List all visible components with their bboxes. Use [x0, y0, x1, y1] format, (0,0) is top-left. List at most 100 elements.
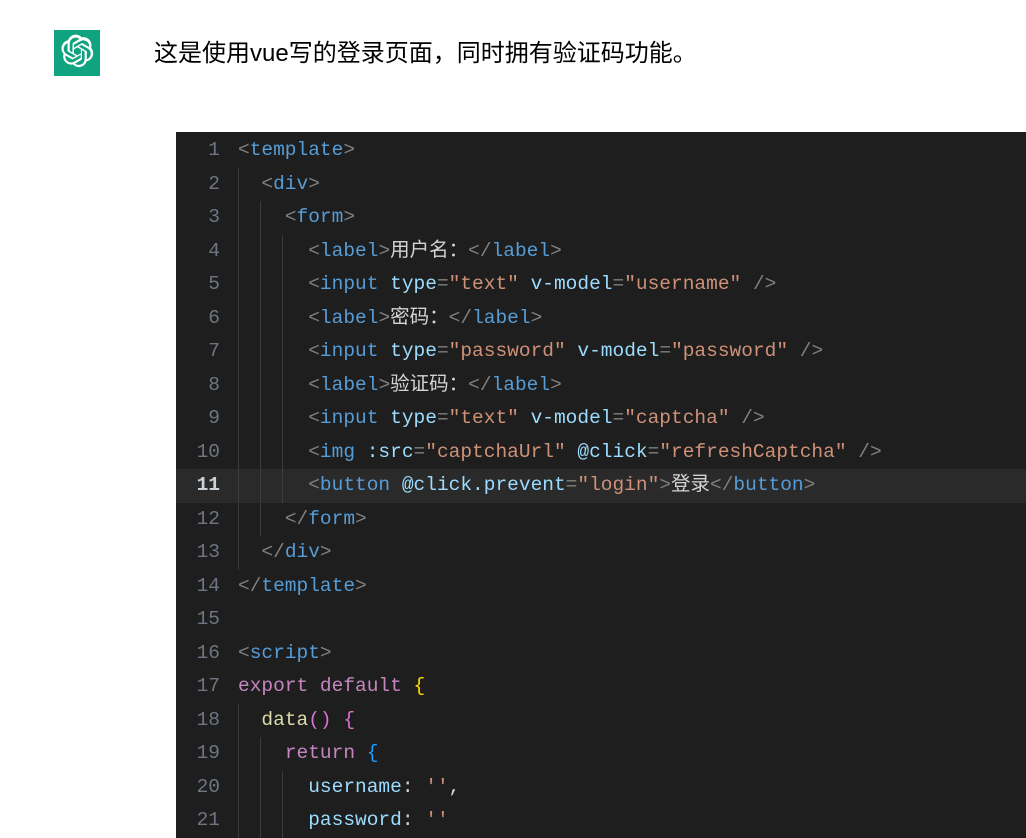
code-content[interactable]: <input type="password" v-model="password… — [238, 335, 1026, 369]
code-content[interactable]: <label>用户名：</label> — [238, 235, 1026, 269]
token-attr: :src — [367, 441, 414, 463]
code-content[interactable]: return { — [238, 737, 1026, 771]
code-line[interactable]: 12 </form> — [176, 503, 1026, 537]
indent-guide — [282, 771, 283, 805]
token-punct: > — [320, 642, 332, 664]
code-line[interactable]: 14</template> — [176, 570, 1026, 604]
code-content[interactable]: <form> — [238, 201, 1026, 235]
token-txt — [378, 340, 390, 362]
code-line[interactable]: 13 </div> — [176, 536, 1026, 570]
code-content[interactable]: export default { — [238, 670, 1026, 704]
code-line[interactable]: 20 username: '', — [176, 771, 1026, 805]
indent-pad — [238, 742, 285, 764]
token-txt — [378, 273, 390, 295]
token-str: "captcha" — [624, 407, 729, 429]
code-line[interactable]: 11 <button @click.prevent="login">登录</bu… — [176, 469, 1026, 503]
code-line[interactable]: 19 return { — [176, 737, 1026, 771]
line-number: 12 — [176, 503, 238, 537]
token-kw: export — [238, 675, 308, 697]
token-brace: { — [414, 675, 426, 697]
code-line[interactable]: 9 <input type="text" v-model="captcha" /… — [176, 402, 1026, 436]
code-line[interactable]: 17export default { — [176, 670, 1026, 704]
token-punct: = — [613, 273, 625, 295]
token-punct: > — [804, 474, 816, 496]
code-content[interactable]: <img :src="captchaUrl" @click="refreshCa… — [238, 436, 1026, 470]
token-txt — [847, 441, 859, 463]
token-str: "text" — [449, 273, 519, 295]
code-content[interactable]: data() { — [238, 704, 1026, 738]
token-var: password — [308, 809, 402, 831]
token-tag: label — [472, 307, 531, 329]
line-number: 19 — [176, 737, 238, 771]
line-number: 7 — [176, 335, 238, 369]
token-attr: @click.prevent — [402, 474, 566, 496]
token-punct: </ — [261, 541, 284, 563]
code-content[interactable]: <input type="text" v-model="captcha" /> — [238, 402, 1026, 436]
token-attr: type — [390, 273, 437, 295]
indent-pad — [238, 307, 308, 329]
token-punct: > — [308, 173, 320, 195]
line-number: 16 — [176, 637, 238, 671]
code-line[interactable]: 8 <label>验证码：</label> — [176, 369, 1026, 403]
token-punct: </ — [238, 575, 261, 597]
token-txt — [741, 273, 753, 295]
token-txt: 密码： — [390, 307, 449, 329]
token-punct: < — [308, 307, 320, 329]
token-punct: < — [261, 173, 273, 195]
code-line[interactable]: 18 data() { — [176, 704, 1026, 738]
indent-guide — [238, 268, 239, 302]
code-content[interactable]: <button @click.prevent="login">登录</butto… — [238, 469, 1026, 503]
token-kw: return — [285, 742, 355, 764]
line-number: 8 — [176, 369, 238, 403]
code-line[interactable]: 2 <div> — [176, 168, 1026, 202]
token-str: "captchaUrl" — [425, 441, 565, 463]
token-attr: type — [390, 407, 437, 429]
indent-guide — [260, 268, 261, 302]
code-line[interactable]: 10 <img :src="captchaUrl" @click="refres… — [176, 436, 1026, 470]
code-content[interactable]: <label>密码：</label> — [238, 302, 1026, 336]
code-content[interactable]: username: '', — [238, 771, 1026, 805]
assistant-message-text[interactable]: 这是使用vue写的登录页面，同时拥有验证码功能。 — [154, 30, 697, 72]
code-content[interactable]: <template> — [238, 134, 1026, 168]
line-number: 10 — [176, 436, 238, 470]
token-tag: input — [320, 407, 379, 429]
code-line[interactable]: 16<script> — [176, 637, 1026, 671]
indent-guide — [282, 804, 283, 838]
token-tag: button — [733, 474, 803, 496]
token-txt: 登录 — [671, 474, 710, 496]
code-line[interactable]: 3 <form> — [176, 201, 1026, 235]
code-content[interactable]: </form> — [238, 503, 1026, 537]
indent-guide — [282, 335, 283, 369]
code-line[interactable]: 21 password: '' — [176, 804, 1026, 838]
code-line[interactable]: 15 — [176, 603, 1026, 637]
code-line[interactable]: 6 <label>密码：</label> — [176, 302, 1026, 336]
code-content[interactable]: password: '' — [238, 804, 1026, 838]
token-txt — [390, 474, 402, 496]
indent-guide — [260, 503, 261, 537]
line-number: 6 — [176, 302, 238, 336]
code-line[interactable]: 1<template> — [176, 134, 1026, 168]
code-content[interactable]: <script> — [238, 637, 1026, 671]
code-line[interactable]: 4 <label>用户名：</label> — [176, 235, 1026, 269]
code-line[interactable]: 5 <input type="text" v-model="username" … — [176, 268, 1026, 302]
token-tag: form — [308, 508, 355, 530]
token-brace2: () — [308, 709, 331, 731]
code-content[interactable]: <div> — [238, 168, 1026, 202]
token-punct: /> — [753, 273, 776, 295]
code-content[interactable]: </div> — [238, 536, 1026, 570]
code-block[interactable]: 1<template>2 <div>3 <form>4 <label>用户名：<… — [176, 132, 1026, 838]
code-content[interactable]: <input type="text" v-model="username" /> — [238, 268, 1026, 302]
token-punct: > — [378, 240, 390, 262]
line-number: 1 — [176, 134, 238, 168]
indent-guide — [238, 704, 239, 738]
token-txt: : — [402, 809, 425, 831]
token-punct: = — [566, 474, 578, 496]
token-tag: label — [320, 240, 379, 262]
code-content[interactable]: </template> — [238, 570, 1026, 604]
code-line[interactable]: 7 <input type="password" v-model="passwo… — [176, 335, 1026, 369]
indent-pad — [238, 173, 261, 195]
token-punct: > — [550, 240, 562, 262]
code-content[interactable]: <label>验证码：</label> — [238, 369, 1026, 403]
token-str: "text" — [449, 407, 519, 429]
token-punct: > — [659, 474, 671, 496]
